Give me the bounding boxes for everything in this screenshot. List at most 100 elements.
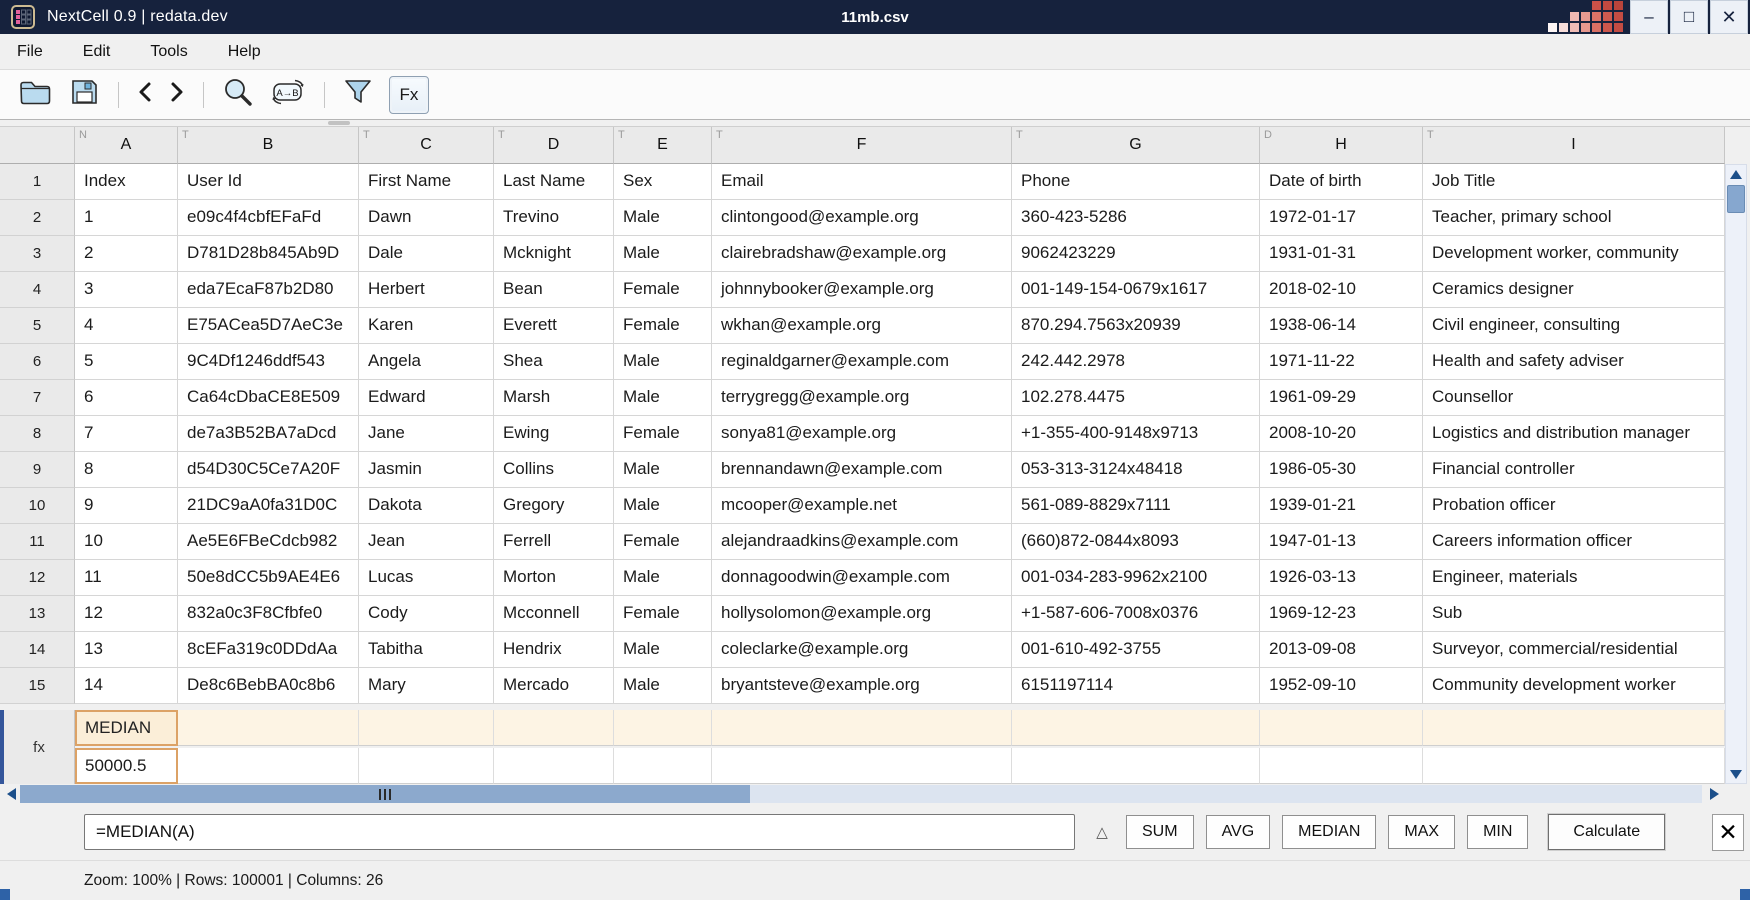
fx-empty-cell[interactable] [178, 710, 359, 746]
row-header[interactable]: 15 [0, 668, 75, 704]
cell[interactable]: mcooper@example.net [712, 488, 1012, 524]
column-header-C[interactable]: TC [359, 127, 494, 164]
cell[interactable]: bryantsteve@example.org [712, 668, 1012, 704]
cell[interactable]: Gregory [494, 488, 614, 524]
fx-empty-cell[interactable] [614, 748, 712, 784]
vertical-scrollbar[interactable] [1725, 164, 1747, 784]
cell[interactable]: 9062423229 [1012, 236, 1260, 272]
top-scrollbar-thumb[interactable] [328, 121, 350, 125]
cell[interactable]: Ewing [494, 416, 614, 452]
cell[interactable]: 8cEFa319c0DDdAa [178, 632, 359, 668]
cell[interactable]: Mcconnell [494, 596, 614, 632]
row-header[interactable]: 12 [0, 560, 75, 596]
row-header[interactable]: 7 [0, 380, 75, 416]
cell[interactable]: Date of birth [1260, 164, 1423, 200]
fx-empty-cell[interactable] [494, 748, 614, 784]
column-header-A[interactable]: NA [75, 127, 178, 164]
menu-tools[interactable]: Tools [148, 41, 189, 63]
column-header-I[interactable]: TI [1423, 127, 1725, 164]
cell[interactable]: Herbert [359, 272, 494, 308]
cell[interactable]: d54D30C5Ce7A20F [178, 452, 359, 488]
cell[interactable]: clairebradshaw@example.org [712, 236, 1012, 272]
cell[interactable]: First Name [359, 164, 494, 200]
cell[interactable]: +1-355-400-9148x9713 [1012, 416, 1260, 452]
cell[interactable]: 1971-11-22 [1260, 344, 1423, 380]
maximize-button[interactable]: □ [1670, 0, 1708, 34]
cell[interactable]: alejandraadkins@example.com [712, 524, 1012, 560]
cell[interactable]: 2 [75, 236, 178, 272]
calculate-button[interactable]: Calculate [1548, 814, 1665, 850]
cell[interactable]: Shea [494, 344, 614, 380]
cell[interactable]: Male [614, 668, 712, 704]
cell[interactable]: Community development worker [1423, 668, 1725, 704]
cell[interactable]: 50e8dCC5b9AE4E6 [178, 560, 359, 596]
cell[interactable]: Female [614, 308, 712, 344]
cell[interactable]: Sex [614, 164, 712, 200]
menu-help[interactable]: Help [226, 41, 263, 63]
menu-file[interactable]: File [15, 41, 45, 63]
column-header-B[interactable]: TB [178, 127, 359, 164]
cell[interactable]: E75ACea5D7AeC3e [178, 308, 359, 344]
cell[interactable]: 561-089-8829x7111 [1012, 488, 1260, 524]
scroll-left-button[interactable] [3, 786, 19, 802]
cell[interactable]: Health and safety adviser [1423, 344, 1725, 380]
cell[interactable]: Hendrix [494, 632, 614, 668]
row-header[interactable]: 6 [0, 344, 75, 380]
cell[interactable]: Lucas [359, 560, 494, 596]
sum-button[interactable]: SUM [1126, 815, 1194, 849]
cell[interactable]: 4 [75, 308, 178, 344]
horizontal-scrollbar-thumb[interactable] [20, 785, 750, 803]
fx-empty-cell[interactable] [1423, 710, 1725, 746]
cell[interactable]: Male [614, 560, 712, 596]
cell[interactable]: 2008-10-20 [1260, 416, 1423, 452]
cell[interactable]: 11 [75, 560, 178, 596]
cell[interactable]: 001-149-154-0679x1617 [1012, 272, 1260, 308]
cell[interactable]: Dakota [359, 488, 494, 524]
formula-input[interactable] [84, 814, 1075, 850]
cell[interactable]: 2018-02-10 [1260, 272, 1423, 308]
scroll-up-button[interactable] [1726, 165, 1746, 183]
median-button[interactable]: MEDIAN [1282, 815, 1376, 849]
cell[interactable]: 360-423-5286 [1012, 200, 1260, 236]
cell[interactable]: Everett [494, 308, 614, 344]
fx-empty-cell[interactable] [359, 748, 494, 784]
max-button[interactable]: MAX [1388, 815, 1455, 849]
cell[interactable]: Morton [494, 560, 614, 596]
cell[interactable]: 1986-05-30 [1260, 452, 1423, 488]
fx-empty-cell[interactable] [494, 710, 614, 746]
cell[interactable]: 1947-01-13 [1260, 524, 1423, 560]
cell[interactable]: Male [614, 380, 712, 416]
cell[interactable]: Job Title [1423, 164, 1725, 200]
fx-empty-cell[interactable] [1260, 710, 1423, 746]
cell[interactable]: 102.278.4475 [1012, 380, 1260, 416]
cell[interactable]: Male [614, 236, 712, 272]
cell[interactable]: Careers information officer [1423, 524, 1725, 560]
cell[interactable]: Cody [359, 596, 494, 632]
min-button[interactable]: MIN [1467, 815, 1528, 849]
fx-empty-cell[interactable] [1012, 710, 1260, 746]
fx-empty-cell[interactable] [712, 710, 1012, 746]
cell[interactable]: User Id [178, 164, 359, 200]
cell[interactable]: reginaldgarner@example.com [712, 344, 1012, 380]
cell[interactable]: 1972-01-17 [1260, 200, 1423, 236]
back-button[interactable] [137, 81, 153, 108]
cell[interactable]: 1938-06-14 [1260, 308, 1423, 344]
find-replace-button[interactable]: A→B [270, 77, 306, 112]
cell[interactable]: Edward [359, 380, 494, 416]
cell[interactable]: Last Name [494, 164, 614, 200]
horizontal-scrollbar[interactable] [0, 784, 1750, 804]
cell[interactable]: Male [614, 632, 712, 668]
cell[interactable]: Dale [359, 236, 494, 272]
cell[interactable]: Mary [359, 668, 494, 704]
bottom-right-grip[interactable] [1740, 889, 1750, 900]
search-button[interactable] [222, 76, 254, 113]
cell[interactable]: Phone [1012, 164, 1260, 200]
cell[interactable]: Civil engineer, consulting [1423, 308, 1725, 344]
forward-button[interactable] [169, 81, 185, 108]
cell[interactable]: Logistics and distribution manager [1423, 416, 1725, 452]
row-header[interactable]: 11 [0, 524, 75, 560]
cell[interactable]: Email [712, 164, 1012, 200]
expand-toggle[interactable]: △ [1091, 823, 1113, 841]
row-header[interactable]: 2 [0, 200, 75, 236]
cell[interactable]: Development worker, community [1423, 236, 1725, 272]
